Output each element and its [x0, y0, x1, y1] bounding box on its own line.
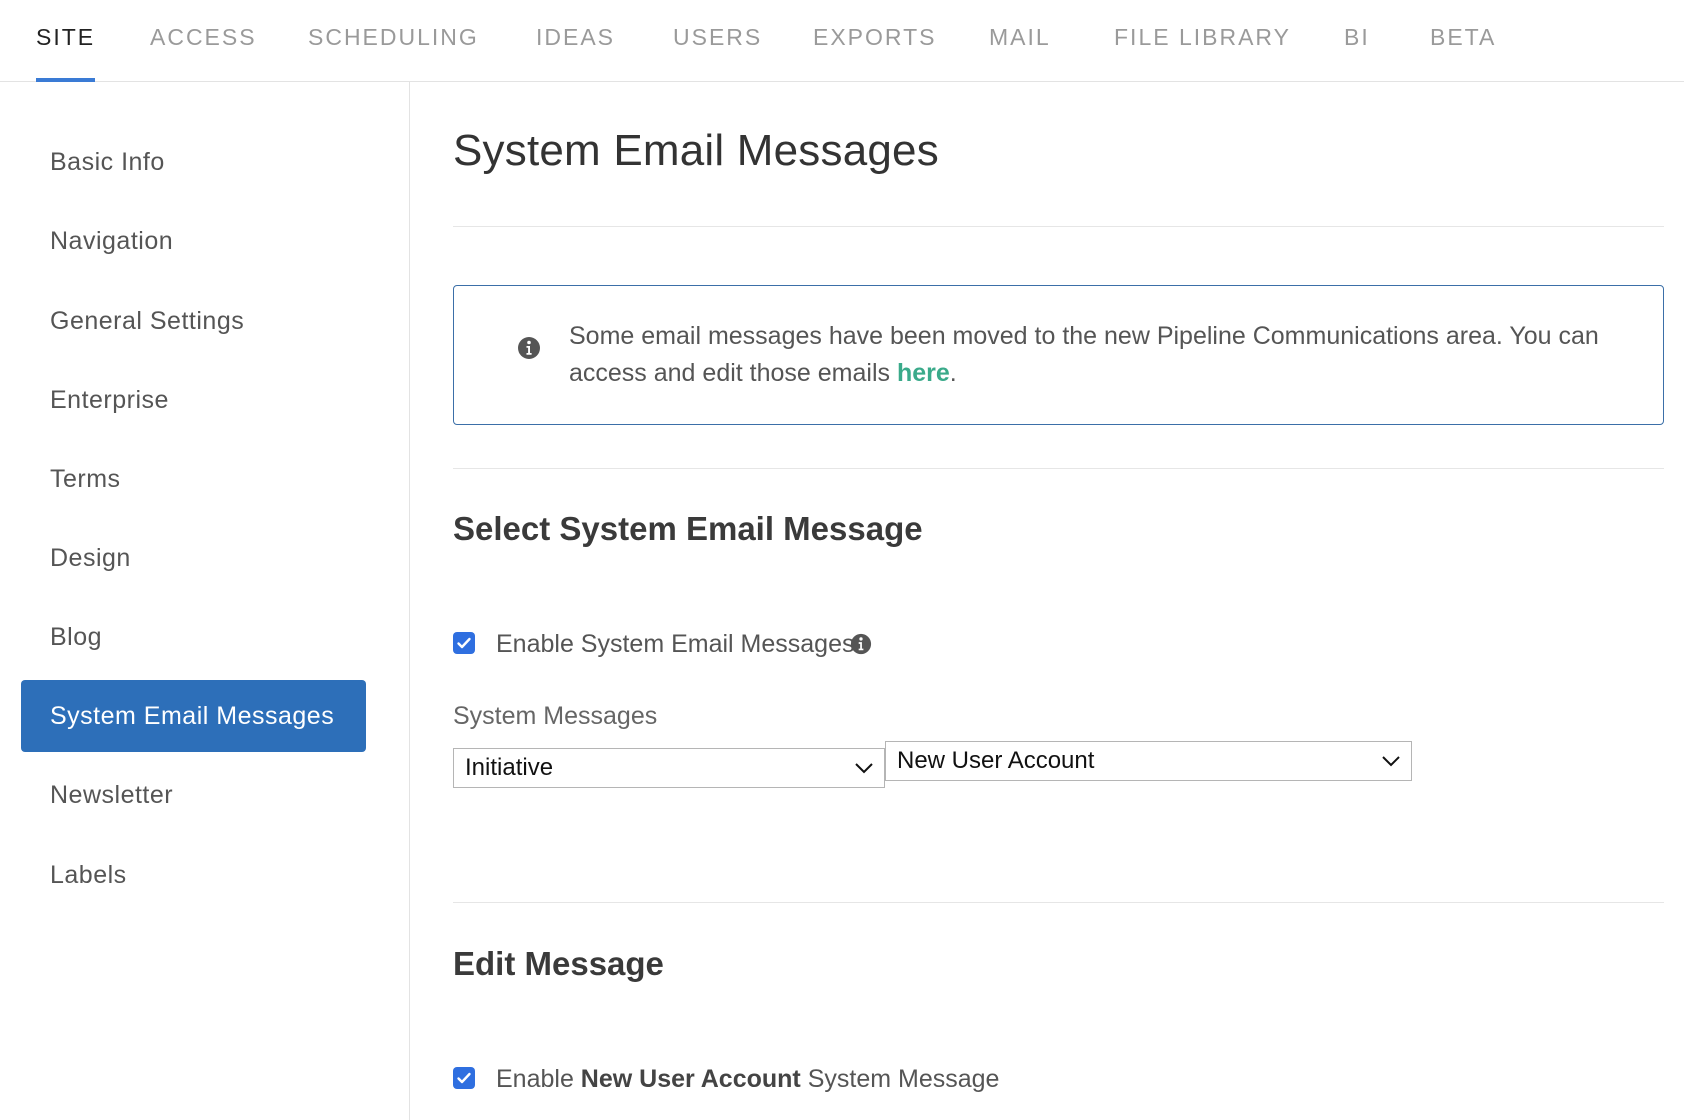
info-icon	[518, 337, 540, 359]
top-nav: SITE ACCESS SCHEDULING IDEAS USERS EXPOR…	[0, 0, 1684, 82]
notice-text: Some email messages have been moved to t…	[569, 318, 1619, 392]
divider	[453, 902, 1664, 903]
sidebar-item-labels[interactable]: Labels	[21, 839, 366, 911]
chevron-down-icon	[1382, 756, 1400, 767]
edit-section-title: Edit Message	[453, 945, 664, 982]
tab-site[interactable]: SITE	[36, 24, 96, 82]
sidebar: Basic Info Navigation General Settings E…	[0, 82, 410, 1120]
sidebar-item-newsletter[interactable]: Newsletter	[21, 759, 366, 831]
category-select-value: Initiative	[465, 754, 554, 781]
main-content: System Email Messages Some email message…	[453, 82, 1664, 1120]
divider	[453, 226, 1664, 227]
tab-bi[interactable]: BI	[1344, 24, 1370, 82]
check-icon	[457, 637, 471, 649]
tab-users[interactable]: USERS	[673, 24, 762, 82]
tab-mail[interactable]: MAIL	[989, 24, 1051, 82]
message-select[interactable]: New User Account	[885, 741, 1412, 781]
sidebar-item-enterprise[interactable]: Enterprise	[21, 364, 366, 436]
message-select-value: New User Account	[897, 747, 1095, 774]
tab-access[interactable]: ACCESS	[150, 24, 257, 82]
select-section-title: Select System Email Message	[453, 510, 923, 547]
sidebar-item-system-email-messages[interactable]: System Email Messages	[21, 680, 366, 752]
enable-message-name: New User Account	[580, 1065, 801, 1093]
tab-exports[interactable]: EXPORTS	[813, 24, 937, 82]
tab-ideas[interactable]: IDEAS	[536, 24, 615, 82]
enable-message-suffix: System Message	[800, 1065, 1000, 1093]
sidebar-item-basic-info[interactable]: Basic Info	[21, 126, 366, 198]
system-messages-label: System Messages	[453, 702, 658, 730]
notice-suffix: .	[949, 359, 957, 387]
sidebar-item-general-settings[interactable]: General Settings	[21, 285, 366, 357]
enable-system-email-checkbox[interactable]	[453, 632, 475, 654]
enable-message-checkbox[interactable]	[453, 1067, 475, 1089]
sidebar-item-blog[interactable]: Blog	[21, 601, 366, 673]
enable-message-prefix: Enable	[496, 1065, 581, 1093]
tab-file-library[interactable]: FILE LIBRARY	[1114, 24, 1291, 82]
chevron-down-icon	[855, 763, 873, 774]
tab-scheduling[interactable]: SCHEDULING	[308, 24, 479, 82]
info-icon[interactable]	[850, 633, 872, 655]
sidebar-item-terms[interactable]: Terms	[21, 443, 366, 515]
tab-beta[interactable]: BETA	[1430, 24, 1496, 82]
info-notice: Some email messages have been moved to t…	[453, 285, 1664, 425]
enable-message-label: Enable New User Account System Message	[496, 1065, 999, 1094]
divider	[453, 468, 1664, 469]
notice-message: Some email messages have been moved to t…	[569, 322, 1599, 387]
page-title: System Email Messages	[453, 126, 939, 175]
sidebar-item-navigation[interactable]: Navigation	[21, 205, 366, 277]
category-select[interactable]: Initiative	[453, 748, 885, 788]
here-link[interactable]: here	[897, 359, 950, 387]
check-icon	[457, 1072, 471, 1084]
enable-system-email-label: Enable System Email Messages	[496, 630, 855, 658]
sidebar-item-design[interactable]: Design	[21, 522, 366, 594]
